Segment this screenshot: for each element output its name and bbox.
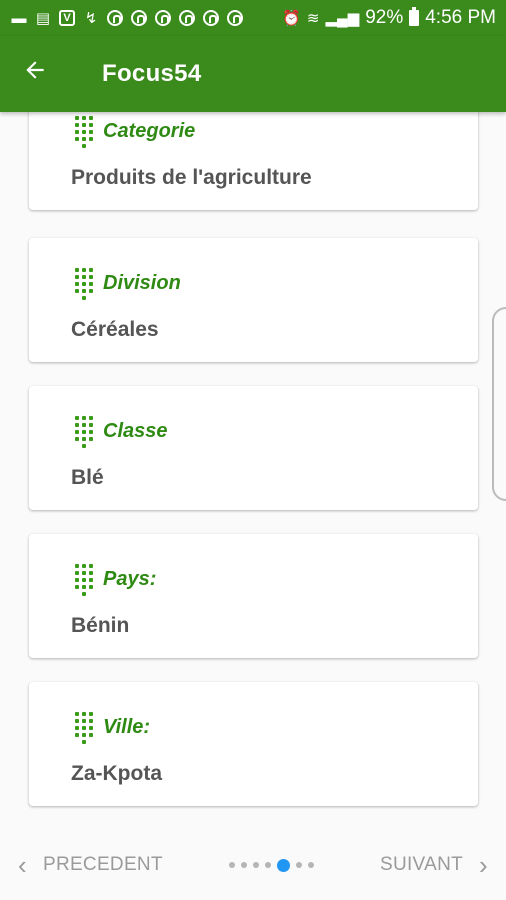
card-label: Classe bbox=[103, 419, 168, 442]
app-bar: Focus54 bbox=[0, 36, 506, 112]
back-button[interactable] bbox=[0, 36, 70, 112]
previous-button[interactable]: ‹ PRECEDENT bbox=[18, 850, 163, 881]
status-bar: ▬ ▤ V ↯ ⏰ ≋ ▂▄▆ 92% 4:56 PM bbox=[0, 0, 506, 36]
pager-footer: ‹ PRECEDENT SUIVANT › bbox=[0, 830, 506, 900]
info-card: Ville: Za-Kpota bbox=[29, 682, 478, 806]
news-icon: ▤ bbox=[35, 9, 51, 27]
card-header: Pays: bbox=[75, 564, 157, 596]
card-value: Produits de l'agriculture bbox=[71, 166, 312, 189]
card-header: Division bbox=[75, 268, 181, 300]
signal-icon: ▂▄▆ bbox=[325, 10, 360, 27]
arrow-left-icon bbox=[22, 57, 48, 91]
dial-pad-icon bbox=[75, 416, 93, 448]
notification-icons: ▬ ▤ V ↯ bbox=[10, 9, 244, 27]
pinterest-icon bbox=[178, 9, 196, 27]
pinterest-icon bbox=[154, 9, 172, 27]
dial-pad-icon bbox=[75, 116, 93, 148]
clock: 4:56 PM bbox=[425, 7, 496, 28]
card-value: Blé bbox=[71, 466, 104, 489]
card-label: Pays: bbox=[103, 567, 157, 590]
chat-icon: ▬ bbox=[11, 9, 27, 27]
card-value: Bénin bbox=[71, 614, 130, 637]
card-label: Categorie bbox=[103, 119, 196, 142]
card-value: Céréales bbox=[71, 318, 159, 341]
alarm-icon: ⏰ bbox=[282, 10, 301, 27]
info-card: Pays: Bénin bbox=[29, 534, 478, 658]
page-title: Focus54 bbox=[102, 60, 202, 87]
next-button[interactable]: SUIVANT › bbox=[380, 850, 488, 881]
dial-pad-icon bbox=[75, 268, 93, 300]
battery-percent: 92% bbox=[365, 7, 404, 28]
page-dot-active bbox=[276, 858, 290, 872]
pinterest-icon bbox=[202, 9, 220, 27]
detail-list[interactable]: Categorie Produits de l'agriculture Divisi… bbox=[0, 112, 506, 830]
missed-call-icon: ↯ bbox=[84, 9, 98, 27]
card-header: Categorie bbox=[75, 116, 196, 148]
page-dot bbox=[264, 862, 271, 868]
card-header: Ville: bbox=[75, 712, 151, 744]
page-dot bbox=[252, 862, 259, 868]
page-dot bbox=[307, 862, 314, 868]
card-header: Classe bbox=[75, 416, 168, 448]
previous-label: PRECEDENT bbox=[42, 854, 163, 875]
chevron-left-icon: ‹ bbox=[18, 849, 27, 880]
pinterest-icon bbox=[226, 9, 244, 27]
page-dot bbox=[240, 862, 247, 868]
dial-pad-icon bbox=[75, 712, 93, 744]
battery-icon bbox=[409, 7, 420, 26]
scroll-handle[interactable] bbox=[492, 307, 506, 501]
page-dot bbox=[228, 862, 235, 868]
v-app-icon: V bbox=[58, 9, 76, 27]
info-card: Division Céréales bbox=[29, 238, 478, 362]
card-value: Za-Kpota bbox=[71, 762, 162, 785]
chevron-right-icon: › bbox=[479, 849, 488, 880]
dial-pad-icon bbox=[75, 564, 93, 596]
pinterest-icon bbox=[106, 9, 124, 27]
card-label: Division bbox=[103, 271, 181, 294]
next-label: SUIVANT bbox=[379, 854, 464, 875]
card-label: Ville: bbox=[103, 715, 151, 738]
info-card: Categorie Produits de l'agriculture bbox=[29, 112, 478, 210]
system-icons: ⏰ ≋ ▂▄▆ 92% 4:56 PM bbox=[282, 7, 496, 29]
wifi-icon: ≋ bbox=[306, 10, 320, 27]
page-dot bbox=[295, 862, 302, 868]
pinterest-icon bbox=[130, 9, 148, 27]
page-indicator bbox=[228, 858, 314, 872]
info-card: Classe Blé bbox=[29, 386, 478, 510]
